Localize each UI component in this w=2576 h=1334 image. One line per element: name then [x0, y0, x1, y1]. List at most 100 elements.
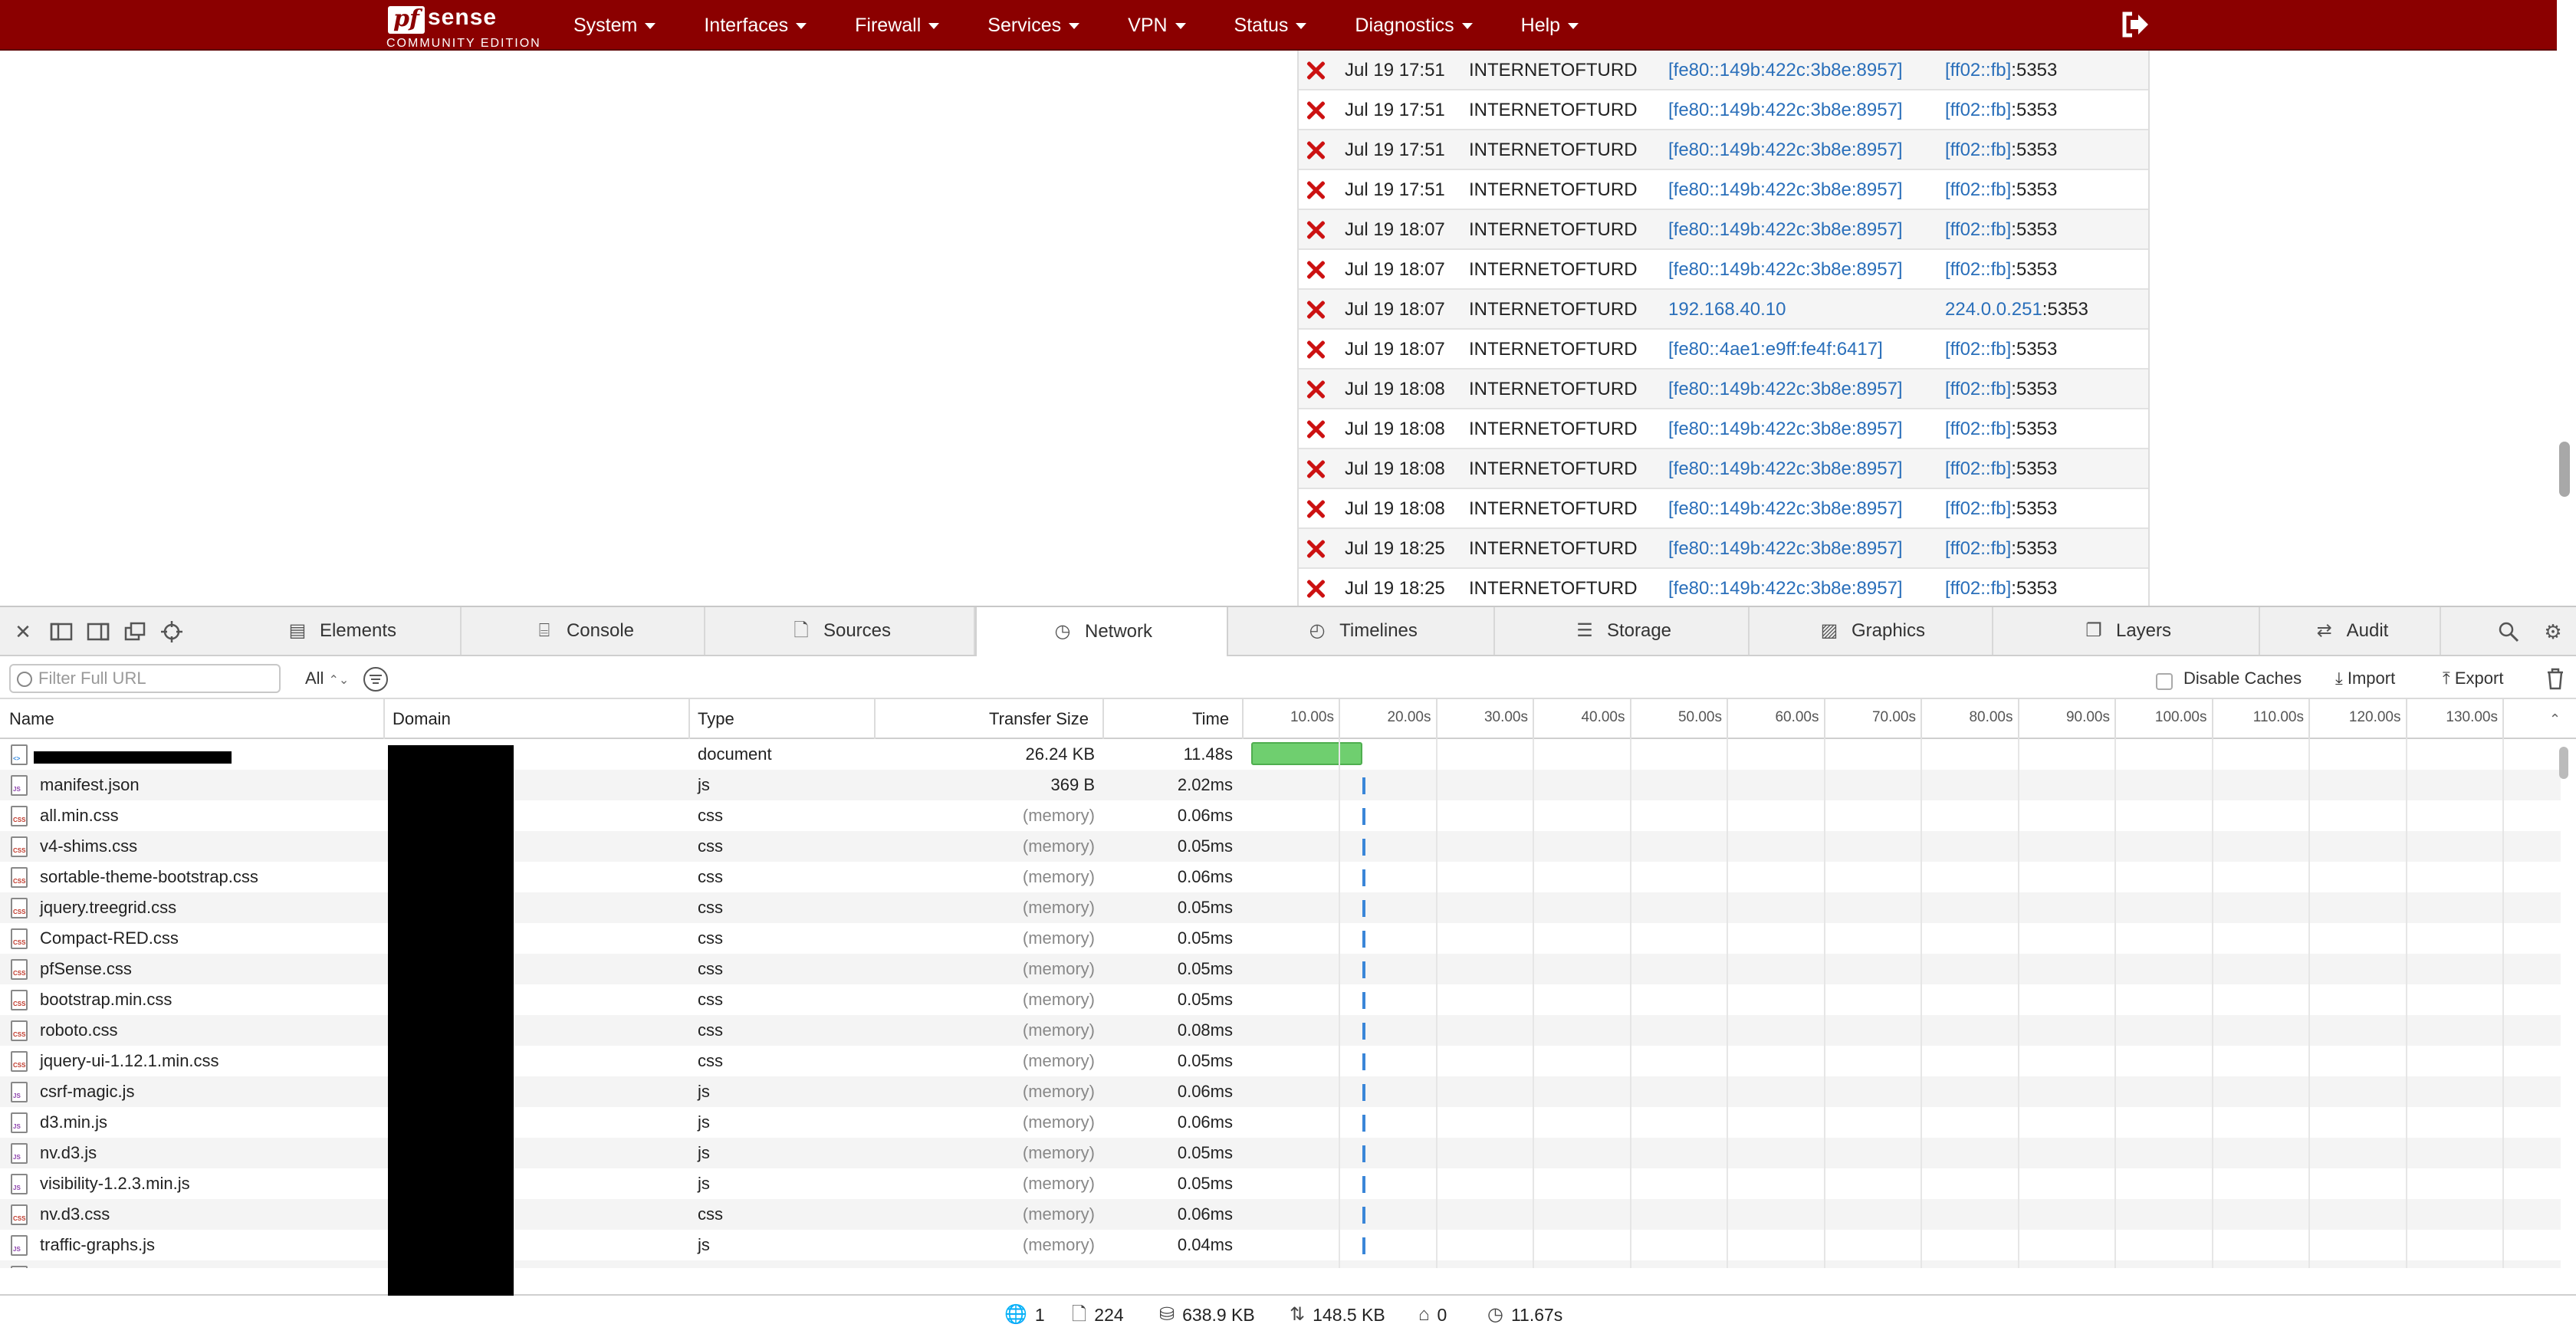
request-row[interactable]: CSS jquery-ui-1.12.1.min.css css (memory) 0.… — [0, 1046, 2561, 1076]
tab-graphics[interactable]: ▨ Graphics — [1751, 607, 1993, 655]
menu-diagnostics[interactable]: Diagnostics — [1355, 0, 1473, 51]
tab-console[interactable]: ⌸ Console — [463, 607, 705, 655]
pfsense-logo[interactable]: pf sense COMMUNITY EDITION — [386, 5, 563, 50]
request-row[interactable]: CSS jquery.treegrid.css css (memory) 0.05ms — [0, 892, 2561, 923]
dock-bottom-icon[interactable] — [49, 619, 74, 644]
tab-audit[interactable]: ⇄ Audit — [2262, 607, 2441, 655]
menu-vpn[interactable]: VPN — [1128, 0, 1186, 51]
request-row[interactable]: JS cpu_graphs.js js (memory) 0.05ms — [0, 1260, 2561, 1268]
close-icon[interactable]: ✕ — [11, 619, 35, 644]
waterfall-marker — [1362, 1176, 1365, 1193]
log-destination-link[interactable]: [ff02::fb] — [1945, 419, 2011, 439]
logout-icon[interactable] — [2120, 9, 2150, 40]
tab-layers[interactable]: ❐ Layers — [1995, 607, 2260, 655]
log-source-link[interactable]: [fe80::4ae1:e9ff:fe4f:6417] — [1668, 330, 1883, 370]
request-row[interactable]: JS traffic-graphs.js js (memory) 0.04ms — [0, 1230, 2561, 1260]
log-source-link[interactable]: [fe80::149b:422c:3b8e:8957] — [1668, 170, 1903, 210]
menu-services[interactable]: Services — [987, 0, 1080, 51]
clear-trash-icon[interactable] — [2545, 667, 2565, 690]
dock-side-icon[interactable] — [86, 619, 110, 644]
request-row[interactable]: JS manifest.json js 369 B 2.02ms — [0, 770, 2561, 800]
log-destination-link[interactable]: [ff02::fb] — [1945, 179, 2011, 200]
request-row[interactable]: CSS all.min.css css (memory) 0.06ms — [0, 800, 2561, 831]
request-row[interactable]: JS d3.min.js js (memory) 0.06ms — [0, 1107, 2561, 1138]
menu-help[interactable]: Help — [1521, 0, 1579, 51]
log-source-link[interactable]: [fe80::149b:422c:3b8e:8957] — [1668, 250, 1903, 290]
request-row[interactable]: JS visibility-1.2.3.min.js js (memory) 0.05m… — [0, 1168, 2561, 1199]
element-picker-icon[interactable] — [159, 619, 184, 644]
log-destination-link[interactable]: [ff02::fb] — [1945, 100, 2011, 120]
disable-caches-checkbox[interactable] — [2156, 673, 2173, 690]
menu-status[interactable]: Status — [1234, 0, 1307, 51]
search-icon[interactable] — [2496, 619, 2521, 644]
request-row[interactable]: CSS Compact-RED.css css (memory) 0.05ms — [0, 923, 2561, 954]
log-destination-link[interactable]: [ff02::fb] — [1945, 458, 2011, 479]
request-row[interactable]: JS nv.d3.js js (memory) 0.05ms — [0, 1138, 2561, 1168]
sort-chevron-icon[interactable]: ⌃ — [2549, 699, 2561, 739]
gear-icon[interactable]: ⚙ — [2541, 619, 2565, 644]
detach-window-icon[interactable] — [123, 619, 147, 644]
log-source-link[interactable]: [fe80::149b:422c:3b8e:8957] — [1668, 90, 1903, 130]
log-source-link[interactable]: [fe80::149b:422c:3b8e:8957] — [1668, 489, 1903, 529]
request-row[interactable]: JS csrf-magic.js js (memory) 0.06ms — [0, 1076, 2561, 1107]
log-destination-link[interactable]: [ff02::fb] — [1945, 538, 2011, 559]
log-source-link[interactable]: [fe80::149b:422c:3b8e:8957] — [1668, 370, 1903, 409]
col-time[interactable]: Time — [1192, 699, 1229, 739]
menu-interfaces[interactable]: Interfaces — [704, 0, 807, 51]
tab-elements[interactable]: ▤ Elements — [222, 607, 462, 655]
log-destination-link[interactable]: [ff02::fb] — [1945, 578, 2011, 599]
log-source-link[interactable]: [fe80::149b:422c:3b8e:8957] — [1668, 529, 1903, 569]
log-source-link[interactable]: [fe80::149b:422c:3b8e:8957] — [1668, 569, 1903, 606]
log-destination-link[interactable]: [ff02::fb] — [1945, 140, 2011, 160]
document-icon: 🗋 — [1072, 1304, 1087, 1325]
css-file-icon: CSS — [11, 867, 28, 888]
resource-type-select[interactable]: All ⌃⌄ — [305, 665, 349, 694]
col-name[interactable]: Name — [9, 699, 54, 739]
log-source-link[interactable]: 192.168.40.10 — [1668, 290, 1786, 330]
block-x-icon — [1306, 301, 1325, 319]
block-x-icon — [1306, 181, 1325, 199]
tab-label: Layers — [2115, 620, 2172, 641]
log-destination-link[interactable]: [ff02::fb] — [1945, 379, 2011, 399]
page-scrollbar[interactable] — [2559, 442, 2570, 497]
tab-label: Elements — [319, 620, 397, 641]
request-size: (memory) — [1022, 806, 1095, 825]
log-destination-link[interactable]: [ff02::fb] — [1945, 219, 2011, 240]
col-transfer-size[interactable]: Transfer Size — [989, 699, 1089, 739]
log-source-link[interactable]: [fe80::149b:422c:3b8e:8957] — [1668, 210, 1903, 250]
log-source-link[interactable]: [fe80::149b:422c:3b8e:8957] — [1668, 130, 1903, 170]
request-row[interactable]: <> document 26.24 KB 11.48s — [0, 739, 2561, 770]
disable-caches-label[interactable]: Disable Caches — [2183, 665, 2302, 692]
menu-firewall[interactable]: Firewall — [855, 0, 940, 51]
group-filter-icon[interactable] — [363, 667, 388, 692]
col-domain[interactable]: Domain — [393, 699, 451, 739]
log-source-link[interactable]: [fe80::149b:422c:3b8e:8957] — [1668, 51, 1903, 90]
resource-type-value: All — [305, 669, 324, 688]
transferred-size: 148.5 KB — [1313, 1305, 1385, 1325]
request-row[interactable]: CSS nv.d3.css css (memory) 0.06ms — [0, 1199, 2561, 1230]
request-row[interactable]: CSS pfSense.css css (memory) 0.05ms — [0, 954, 2561, 984]
filter-url-input[interactable] — [9, 664, 281, 693]
tab-timelines[interactable]: ◴ Timelines — [1230, 607, 1495, 655]
export-button[interactable]: ⤒ Export — [2443, 665, 2503, 692]
network-scrollbar[interactable] — [2559, 747, 2568, 779]
request-row[interactable]: CSS sortable-theme-bootstrap.css css (memor… — [0, 862, 2561, 892]
request-row[interactable]: CSS v4-shims.css css (memory) 0.05ms — [0, 831, 2561, 862]
col-type[interactable]: Type — [698, 699, 734, 739]
import-button[interactable]: ⤓ Import — [2335, 665, 2395, 692]
tab-sources[interactable]: 🗋 Sources — [707, 607, 975, 655]
tab-network[interactable]: ◷ Network — [975, 607, 1228, 656]
log-destination-link[interactable]: [ff02::fb] — [1945, 259, 2011, 280]
log-destination: [ff02::fb]:5353 — [1945, 250, 2057, 290]
log-destination-link[interactable]: 224.0.0.251 — [1945, 299, 2042, 320]
request-row[interactable]: CSS bootstrap.min.css css (memory) 0.05ms — [0, 984, 2561, 1015]
waterfall-marker — [1362, 1023, 1365, 1040]
log-source-link[interactable]: [fe80::149b:422c:3b8e:8957] — [1668, 449, 1903, 489]
tab-storage[interactable]: ☰ Storage — [1497, 607, 1750, 655]
log-destination-link[interactable]: [ff02::fb] — [1945, 339, 2011, 360]
log-destination-link[interactable]: [ff02::fb] — [1945, 498, 2011, 519]
menu-system[interactable]: System — [573, 0, 656, 51]
log-source-link[interactable]: [fe80::149b:422c:3b8e:8957] — [1668, 409, 1903, 449]
log-destination-link[interactable]: [ff02::fb] — [1945, 60, 2011, 80]
request-row[interactable]: CSS roboto.css css (memory) 0.08ms — [0, 1015, 2561, 1046]
